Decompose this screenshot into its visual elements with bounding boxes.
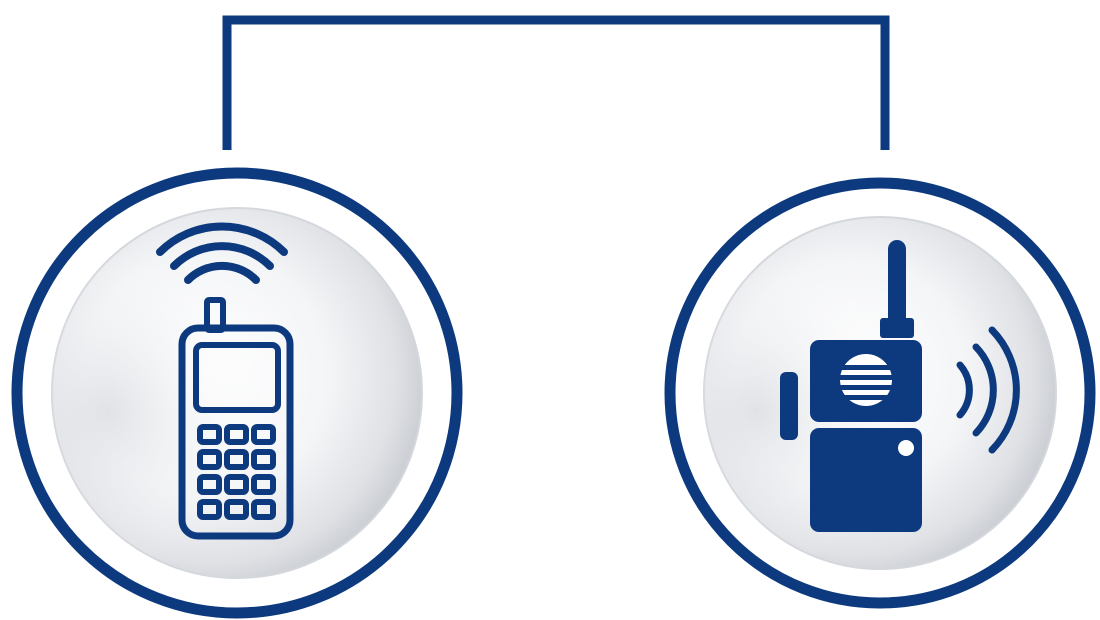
speaker-grille (840, 354, 892, 406)
mobile-phone-node (11, 167, 463, 619)
connector-line (222, 15, 890, 150)
device-connection-diagram (11, 15, 1096, 619)
two-way-radio-node (664, 177, 1096, 609)
